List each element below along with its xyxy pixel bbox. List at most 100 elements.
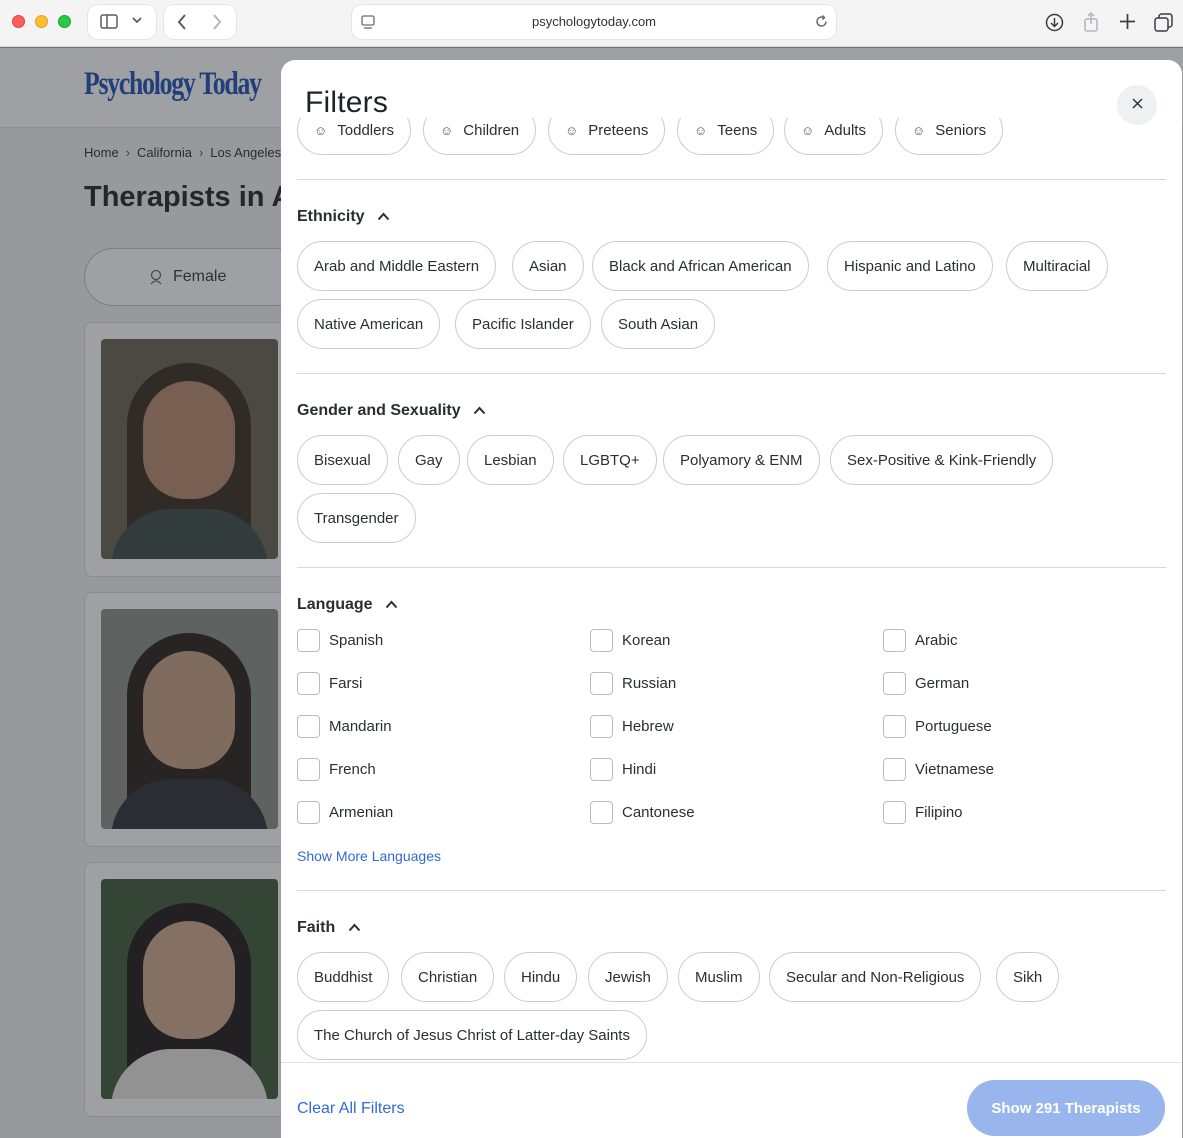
share-icon[interactable] xyxy=(1083,12,1099,32)
clear-all-filters-link[interactable]: Clear All Filters xyxy=(297,1100,405,1118)
language-checkbox[interactable]: Portuguese xyxy=(883,715,992,738)
filters-modal: Filters ☺ Toddlers ☺ Children ☺ Preteens ☺ T… xyxy=(281,60,1182,1138)
age-pill-adults[interactable]: ☺ Adults xyxy=(784,118,883,155)
checkbox[interactable] xyxy=(590,629,613,652)
age-pill-toddlers[interactable]: ☺ Toddlers xyxy=(297,118,411,155)
language-checkbox[interactable]: French xyxy=(297,758,376,781)
language-checkbox[interactable]: Armenian xyxy=(297,801,393,824)
gender-sexuality-option[interactable]: LGBTQ+ xyxy=(563,435,657,485)
checkbox[interactable] xyxy=(883,672,906,695)
language-checkbox[interactable]: Spanish xyxy=(297,629,383,652)
section-divider xyxy=(297,179,1166,180)
language-checkbox[interactable]: Vietnamese xyxy=(883,758,994,781)
language-checkbox[interactable]: Filipino xyxy=(883,801,963,824)
filters-scroll-area[interactable]: ☺ Toddlers ☺ Children ☺ Preteens ☺ Teens ☺ Ad… xyxy=(281,118,1182,1062)
ethnicity-section-toggle[interactable]: Ethnicity xyxy=(297,208,390,226)
show-therapists-button[interactable]: Show 291 Therapists xyxy=(967,1080,1165,1136)
checkbox[interactable] xyxy=(297,629,320,652)
chevron-up-icon xyxy=(377,208,390,226)
chevron-up-icon xyxy=(385,596,398,614)
language-checkbox[interactable]: Cantonese xyxy=(590,801,695,824)
downloads-icon[interactable] xyxy=(1045,13,1064,32)
faith-section-toggle[interactable]: Faith xyxy=(297,919,361,937)
gender-sexuality-section-toggle[interactable]: Gender and Sexuality xyxy=(297,402,486,420)
minimize-window-button[interactable] xyxy=(35,15,48,28)
checkbox[interactable] xyxy=(590,672,613,695)
address-bar[interactable]: psychologytoday.com xyxy=(352,5,836,39)
checkbox[interactable] xyxy=(590,801,613,824)
chevron-down-icon[interactable] xyxy=(131,15,143,25)
close-icon xyxy=(1131,96,1143,114)
checkbox[interactable] xyxy=(883,801,906,824)
age-pill-preteens[interactable]: ☺ Preteens xyxy=(548,118,666,155)
faith-option[interactable]: Muslim xyxy=(678,952,760,1002)
language-checkbox[interactable]: Mandarin xyxy=(297,715,392,738)
modal-footer: Clear All Filters Show 291 Therapists xyxy=(281,1062,1182,1138)
age-pill-teens[interactable]: ☺ Teens xyxy=(677,118,775,155)
gender-sexuality-option[interactable]: Bisexual xyxy=(297,435,388,485)
ethnicity-option[interactable]: Multiracial xyxy=(1006,241,1108,291)
checkbox[interactable] xyxy=(883,758,906,781)
language-checkbox[interactable]: Hebrew xyxy=(590,715,674,738)
back-icon[interactable] xyxy=(176,13,188,31)
section-divider xyxy=(297,373,1166,374)
reload-icon[interactable] xyxy=(814,14,829,29)
ethnicity-option[interactable]: Pacific Islander xyxy=(455,299,591,349)
section-divider xyxy=(297,890,1166,891)
language-checkbox[interactable]: Korean xyxy=(590,629,670,652)
faith-option[interactable]: Hindu xyxy=(504,952,578,1002)
checkbox[interactable] xyxy=(297,715,320,738)
language-checkbox[interactable]: Hindi xyxy=(590,758,656,781)
chevron-up-icon xyxy=(348,919,361,937)
checkbox[interactable] xyxy=(883,629,906,652)
gender-sexuality-option[interactable]: Transgender xyxy=(297,493,416,543)
faith-option[interactable]: Secular and Non-Religious xyxy=(769,952,982,1002)
zoom-window-button[interactable] xyxy=(58,15,71,28)
ethnicity-option[interactable]: Arab and Middle Eastern xyxy=(297,241,497,291)
faith-option[interactable]: Sikh xyxy=(996,952,1060,1002)
senior-icon: ☺ xyxy=(912,122,926,138)
ethnicity-option[interactable]: Asian xyxy=(512,241,584,291)
show-more-languages-link[interactable]: Show More Languages xyxy=(297,848,441,864)
sidebar-icon[interactable] xyxy=(100,14,118,29)
forward-icon[interactable] xyxy=(211,13,223,31)
checkbox[interactable] xyxy=(297,801,320,824)
gender-sexuality-option[interactable]: Lesbian xyxy=(467,435,554,485)
faith-option[interactable]: Buddhist xyxy=(297,952,390,1002)
sidebar-toggle-group[interactable] xyxy=(88,5,156,39)
language-checkbox[interactable]: Farsi xyxy=(297,672,362,695)
ethnicity-option[interactable]: South Asian xyxy=(601,299,716,349)
language-checkbox[interactable]: German xyxy=(883,672,969,695)
ethnicity-option[interactable]: Native American xyxy=(297,299,441,349)
checkbox[interactable] xyxy=(297,672,320,695)
teen-icon: ☺ xyxy=(694,122,708,138)
language-checkbox[interactable]: Arabic xyxy=(883,629,958,652)
toddler-icon: ☺ xyxy=(314,122,328,138)
ethnicity-option[interactable]: Hispanic and Latino xyxy=(827,241,993,291)
checkbox[interactable] xyxy=(590,758,613,781)
section-divider xyxy=(297,567,1166,568)
gender-sexuality-option[interactable]: Gay xyxy=(398,435,460,485)
language-checkbox[interactable]: Russian xyxy=(590,672,676,695)
gender-sexuality-option[interactable]: Sex-Positive & Kink-Friendly xyxy=(830,435,1054,485)
checkbox[interactable] xyxy=(590,715,613,738)
preteen-icon: ☺ xyxy=(565,122,579,138)
close-window-button[interactable] xyxy=(12,15,25,28)
gender-sexuality-option[interactable]: Polyamory & ENM xyxy=(663,435,820,485)
faith-option[interactable]: Christian xyxy=(401,952,495,1002)
adult-icon: ☺ xyxy=(801,122,815,138)
chevron-up-icon xyxy=(473,402,486,420)
faith-option[interactable]: The Church of Jesus Christ of Latter-day… xyxy=(297,1010,647,1060)
age-pill-seniors[interactable]: ☺ Seniors xyxy=(895,118,1004,155)
faith-option[interactable]: Jewish xyxy=(588,952,668,1002)
age-pill-children[interactable]: ☺ Children xyxy=(423,118,537,155)
new-tab-icon[interactable] xyxy=(1119,13,1136,30)
browser-toolbar: psychologytoday.com xyxy=(0,0,1183,47)
language-section-toggle[interactable]: Language xyxy=(297,596,398,614)
ethnicity-option[interactable]: Black and African American xyxy=(592,241,809,291)
url-text: psychologytoday.com xyxy=(531,14,657,29)
checkbox[interactable] xyxy=(883,715,906,738)
navigation-group xyxy=(164,5,236,39)
tab-overview-icon[interactable] xyxy=(1154,13,1173,32)
checkbox[interactable] xyxy=(297,758,320,781)
